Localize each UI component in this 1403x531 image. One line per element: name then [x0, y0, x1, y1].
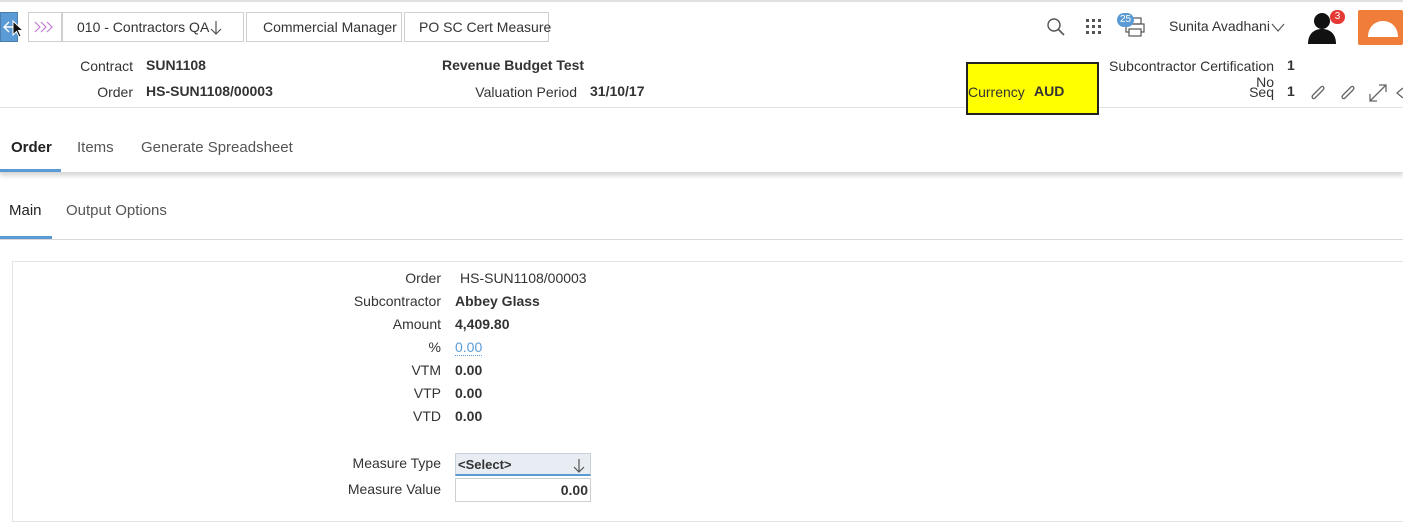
active-tab-indicator: [0, 169, 61, 172]
tab-output-options[interactable]: Output Options: [66, 202, 167, 219]
measure-type-select[interactable]: <Select>: [455, 453, 591, 476]
cloud-icon: [1368, 21, 1398, 37]
currency-value: AUD: [1034, 83, 1065, 99]
sub-tabs: Main Output Options: [0, 185, 1403, 240]
attachment-icon[interactable]: [1307, 82, 1329, 104]
subcontractor-label: Subcontractor: [353, 293, 441, 309]
order-value: HS-SUN1108/00003: [146, 83, 273, 99]
order-label: Order: [97, 84, 133, 100]
contract-label: Contract: [80, 58, 133, 74]
seq-value: 1: [1287, 83, 1295, 99]
measure-type-label: Measure Type: [352, 455, 441, 471]
active-subtab-indicator: [0, 236, 52, 239]
subcontractor-value: Abbey Glass: [455, 293, 540, 309]
top-bar: 010 - Contractors QA Commercial Manager …: [0, 0, 1403, 50]
page-title: Revenue Budget Test: [442, 57, 585, 73]
tab-order[interactable]: Order: [11, 139, 52, 156]
breadcrumb-label: Commercial Manager: [263, 19, 397, 35]
tab-generate-spreadsheet[interactable]: Generate Spreadsheet: [141, 139, 293, 156]
breadcrumb-current-page[interactable]: PO SC Cert Measure: [404, 12, 552, 42]
vtp-label: VTP: [413, 385, 441, 401]
vtm-value: 0.00: [455, 362, 483, 378]
chevron-down-icon[interactable]: [1271, 23, 1285, 33]
valuation-period-label: Valuation Period: [475, 84, 577, 100]
apps-grid-icon[interactable]: [1086, 19, 1102, 35]
breadcrumb-contract[interactable]: 010 - Contractors QA: [62, 12, 244, 42]
more-icon[interactable]: [1394, 82, 1403, 104]
tab-main[interactable]: Main: [9, 202, 42, 219]
percent-label: %: [428, 339, 441, 355]
expand-icon[interactable]: [1367, 82, 1389, 104]
user-name[interactable]: Sunita Avadhani: [1169, 18, 1270, 34]
seq-label: Seq: [1249, 84, 1274, 100]
currency-label: Currency: [968, 84, 1025, 100]
breadcrumb-commercial-manager[interactable]: Commercial Manager: [246, 12, 402, 42]
percent-link[interactable]: 0.00: [455, 339, 483, 356]
search-icon[interactable]: [1046, 17, 1066, 37]
amount-label: Amount: [392, 316, 441, 332]
print-queue-badge: 25: [1117, 13, 1134, 27]
measure-value-label: Measure Value: [347, 481, 441, 497]
mouse-cursor-icon: [12, 20, 24, 38]
measure-value-input[interactable]: 0.00: [455, 478, 591, 502]
breadcrumb-label: 010 - Contractors QA: [77, 19, 210, 35]
vtp-value: 0.00: [455, 385, 483, 401]
contract-value: SUN1108: [146, 57, 206, 73]
notification-badge: 3: [1330, 10, 1345, 24]
vtd-label: VTD: [413, 408, 441, 424]
cert-no-value: 1: [1287, 57, 1295, 73]
arrow-down-icon: [573, 459, 585, 473]
vtm-label: VTM: [411, 362, 441, 378]
amount-value: 4,409.80: [455, 316, 510, 332]
breadcrumb-home[interactable]: [28, 12, 62, 42]
main-tabs: Order Items Generate Spreadsheet: [0, 123, 1403, 173]
tab-items[interactable]: Items: [77, 139, 114, 156]
help-button[interactable]: [1358, 10, 1403, 45]
attachment-icon[interactable]: [1337, 82, 1359, 104]
vtd-value: 0.00: [455, 408, 483, 424]
form-order-label: Order: [405, 270, 441, 286]
arrow-down-icon[interactable]: [209, 20, 223, 36]
double-chevron-icon: [34, 21, 53, 33]
form-order-value: HS-SUN1108/00003: [460, 270, 587, 286]
form-panel: [12, 261, 1403, 522]
valuation-period-value: 31/10/17: [590, 83, 645, 99]
currency-highlight: Currency AUD: [966, 62, 1099, 115]
breadcrumb-label: PO SC Cert Measure: [419, 19, 552, 35]
measure-type-value: <Select>: [458, 457, 512, 472]
